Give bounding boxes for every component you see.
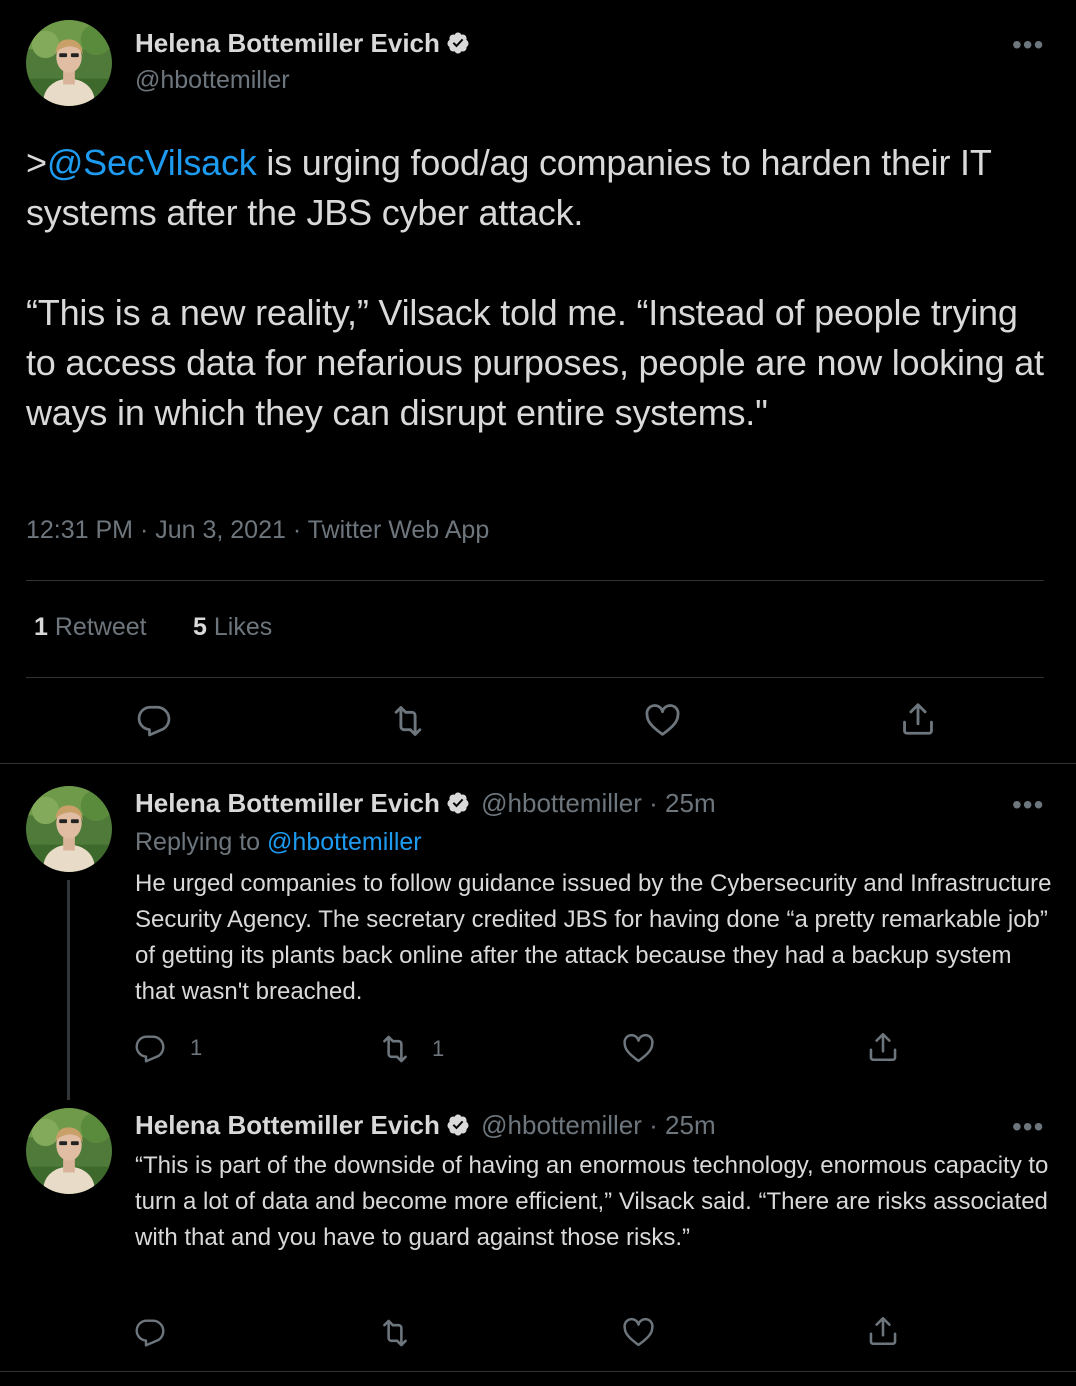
- like-icon: [622, 1316, 655, 1349]
- more-icon[interactable]: •••: [1012, 31, 1044, 59]
- thread-line: [67, 880, 70, 1100]
- divider: [26, 677, 1044, 678]
- mention-link[interactable]: @SecVilsack: [47, 142, 257, 183]
- tweet-timestamp[interactable]: 12:31 PM · Jun 3, 2021 · Twitter Web App: [26, 516, 489, 545]
- retweet-icon: [378, 1316, 412, 1350]
- retweet-count: 1: [432, 1036, 445, 1061]
- tweet-text: >@SecVilsack is urging food/ag companies…: [26, 138, 1056, 438]
- tweet-paragraph-1: >@SecVilsack is urging food/ag companies…: [26, 138, 1056, 238]
- reply-icon: [134, 1032, 166, 1064]
- retweet-icon: [378, 1032, 412, 1066]
- author-name[interactable]: Helena Bottemiller Evich: [135, 1110, 440, 1140]
- more-icon[interactable]: •••: [1012, 791, 1044, 819]
- more-icon[interactable]: •••: [1012, 1113, 1044, 1141]
- retweet-count: 1: [34, 613, 48, 641]
- avatar[interactable]: [26, 20, 112, 106]
- like-button[interactable]: [622, 1032, 655, 1065]
- retweet-button[interactable]: [389, 702, 427, 740]
- like-icon: [644, 702, 681, 739]
- tweet-time[interactable]: · 25m: [649, 788, 715, 818]
- author-name-row[interactable]: Helena Bottemiller Evich: [135, 28, 470, 59]
- like-label: Likes: [213, 613, 273, 641]
- author-row: Helena Bottemiller Evich @hbottemiller ·…: [135, 1110, 716, 1141]
- text-prefix: >: [26, 142, 47, 183]
- verified-badge-icon: [446, 791, 470, 815]
- replying-to: Replying to @hbottemiller: [135, 828, 422, 857]
- reply-text: “This is part of the downside of having …: [135, 1152, 1049, 1251]
- retweet-icon: [389, 702, 427, 740]
- tweet-paragraph-2: “This is a new reality,” Vilsack told me…: [26, 292, 1044, 433]
- likes-stat[interactable]: 5 Likes: [193, 613, 272, 642]
- tweet-time[interactable]: · 25m: [649, 1110, 715, 1140]
- reply-text: He urged companies to follow guidance is…: [135, 870, 1052, 1005]
- reply-button[interactable]: [134, 1316, 166, 1348]
- like-icon: [622, 1032, 655, 1065]
- like-count: 5: [193, 613, 207, 641]
- author-row: Helena Bottemiller Evich @hbottemiller ·…: [135, 788, 716, 819]
- replying-prefix: Replying to: [135, 828, 268, 856]
- retweet-stat[interactable]: 1 Retweet: [34, 613, 147, 642]
- divider: [0, 1371, 1076, 1372]
- reply-button[interactable]: [136, 702, 172, 738]
- reply-icon: [136, 702, 172, 738]
- author-handle[interactable]: @hbottemiller: [481, 1110, 642, 1140]
- like-button[interactable]: [644, 702, 681, 739]
- share-icon: [866, 1314, 900, 1348]
- retweet-button[interactable]: [378, 1316, 412, 1350]
- retweet-button[interactable]: 1: [378, 1032, 444, 1066]
- avatar[interactable]: [26, 786, 112, 872]
- author-handle[interactable]: @hbottemiller: [135, 66, 290, 95]
- like-button[interactable]: [622, 1316, 655, 1349]
- share-icon: [866, 1030, 900, 1064]
- verified-badge-icon: [446, 31, 470, 55]
- share-button[interactable]: [899, 700, 937, 738]
- divider: [0, 763, 1076, 764]
- share-button[interactable]: [866, 1314, 900, 1348]
- share-icon: [899, 700, 937, 738]
- reply-icon: [134, 1316, 166, 1348]
- verified-badge-icon: [446, 1113, 470, 1137]
- divider: [26, 580, 1044, 581]
- reply-button[interactable]: 1: [134, 1032, 202, 1064]
- author-handle[interactable]: @hbottemiller: [481, 788, 642, 818]
- author-name[interactable]: Helena Bottemiller Evich: [135, 788, 440, 818]
- avatar[interactable]: [26, 1108, 112, 1194]
- retweet-label: Retweet: [54, 613, 147, 641]
- replying-to-link[interactable]: @hbottemiller: [267, 828, 422, 856]
- share-button[interactable]: [866, 1030, 900, 1064]
- author-name[interactable]: Helena Bottemiller Evich: [135, 28, 440, 58]
- reply-count: 1: [190, 1035, 203, 1060]
